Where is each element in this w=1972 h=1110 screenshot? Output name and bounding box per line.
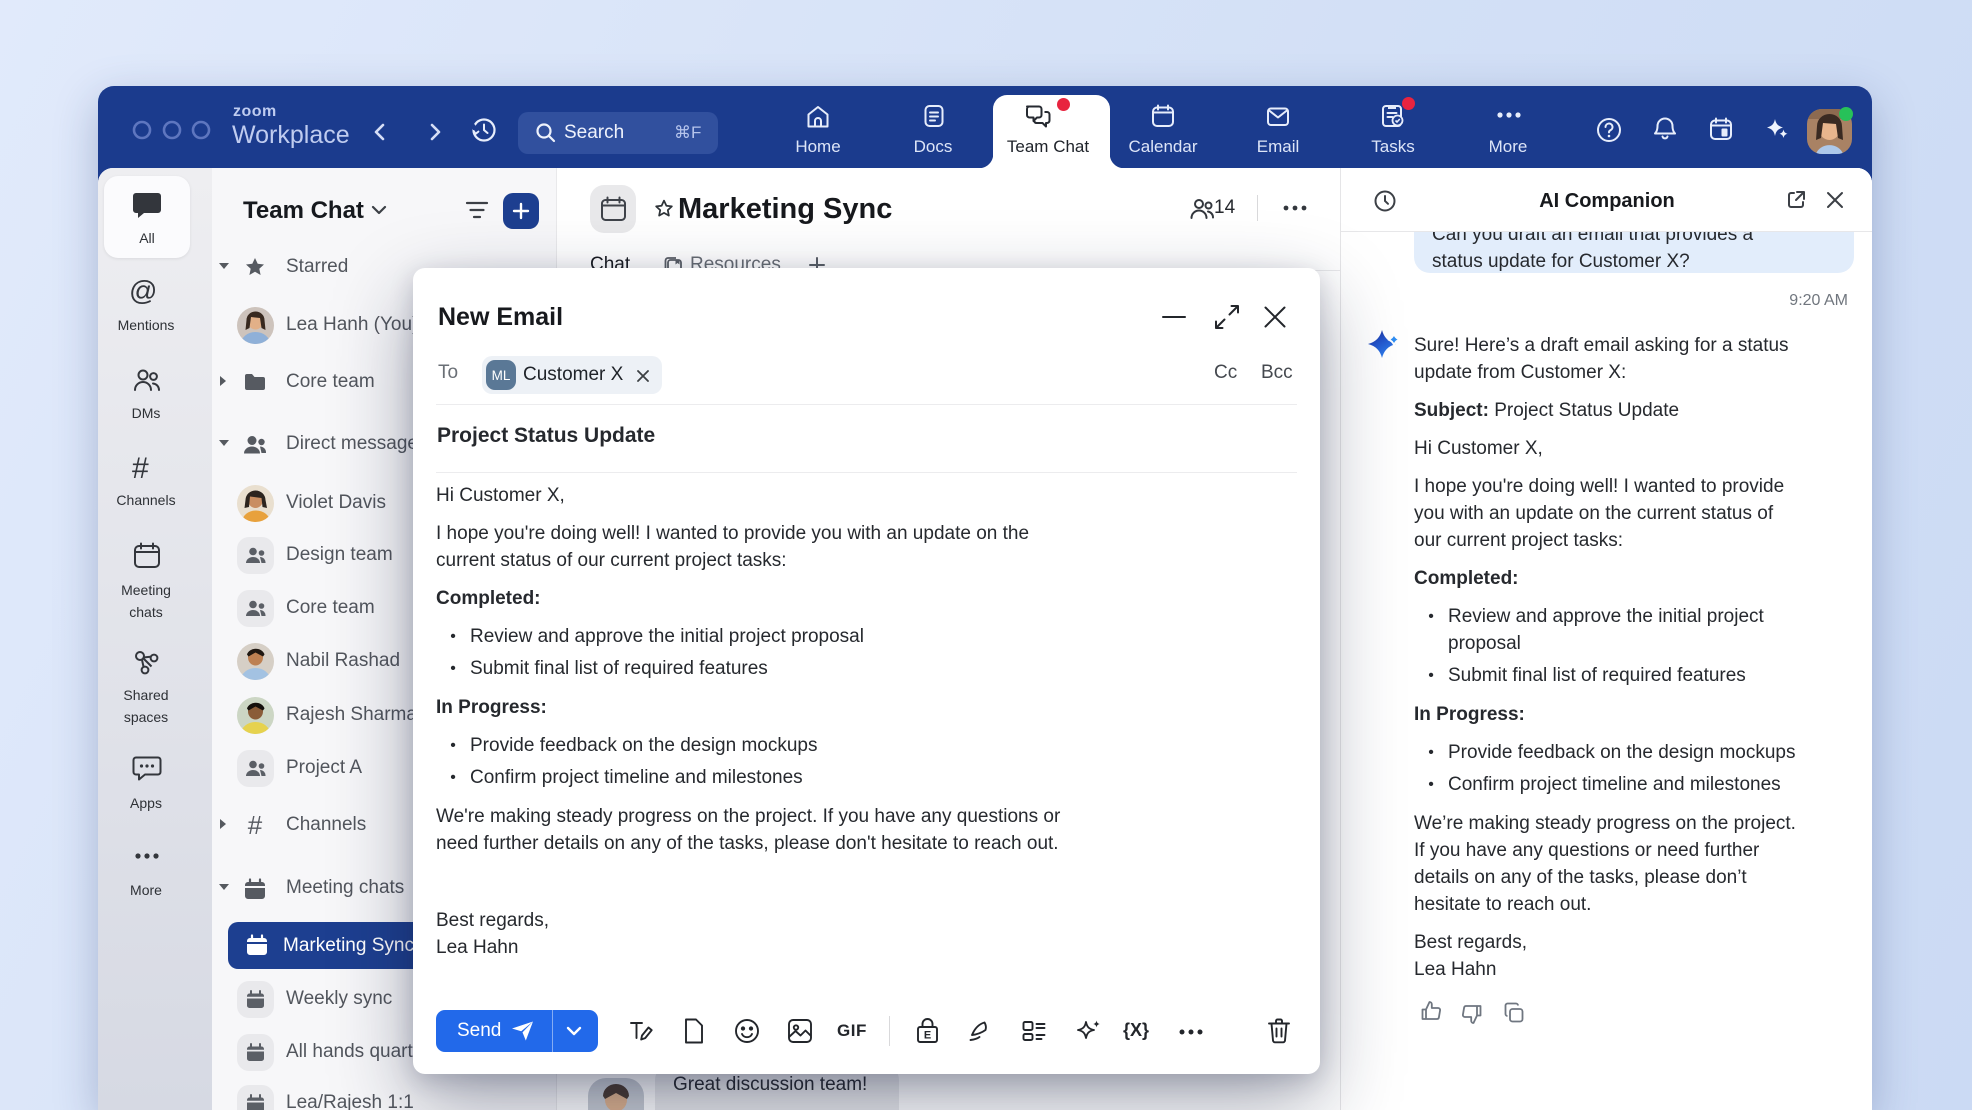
svg-text:E: E xyxy=(924,1030,931,1042)
